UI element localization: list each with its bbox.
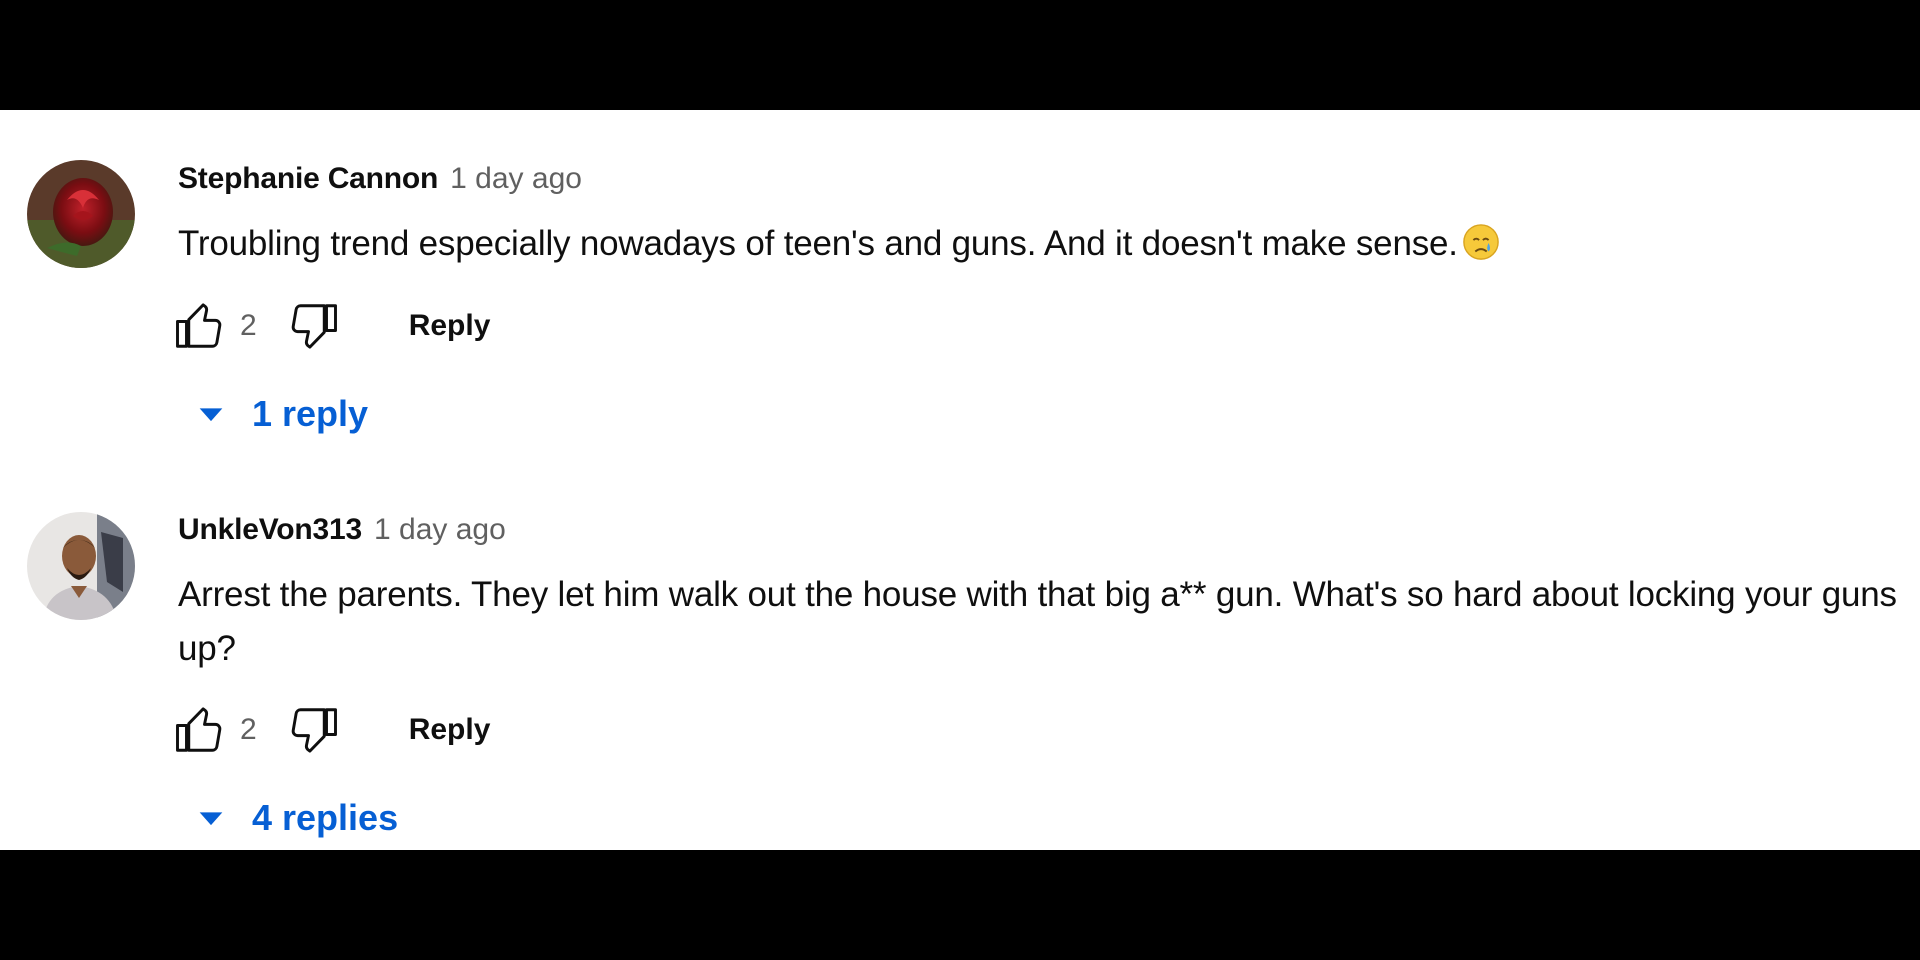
letterbox-bottom: [0, 850, 1920, 960]
dislike-button[interactable]: [285, 702, 341, 758]
replies-count-label: 4 replies: [252, 797, 399, 838]
reply-button[interactable]: Reply: [409, 309, 491, 343]
replies-count-label: 1 reply: [252, 393, 369, 434]
comment-timestamp[interactable]: 1 day ago: [450, 162, 582, 196]
comment-header: UnkleVon313 1 day ago: [178, 513, 506, 547]
thumbs-down-icon: [291, 708, 337, 753]
reply-button[interactable]: Reply: [409, 713, 491, 747]
dislike-button[interactable]: [285, 298, 341, 354]
avatar[interactable]: [27, 160, 135, 268]
comment-timestamp[interactable]: 1 day ago: [374, 513, 506, 547]
thumbs-up-icon: [176, 707, 222, 752]
author-name[interactable]: Stephanie Cannon: [178, 162, 438, 196]
comment-actions: 2 Reply: [172, 700, 490, 760]
crying-face-icon: [1462, 224, 1499, 260]
thumbs-up-icon: [176, 303, 222, 348]
comment-body: Arrest the parents. They let him walk ou…: [178, 575, 1897, 668]
view-replies-button[interactable]: 1 reply: [194, 393, 368, 435]
like-button[interactable]: [172, 702, 228, 758]
comment-text: Troubling trend especially nowadays of t…: [178, 217, 1898, 271]
author-name[interactable]: UnkleVon313: [178, 513, 362, 547]
comments-panel: Stephanie Cannon 1 day ago Troubling tre…: [0, 110, 1920, 850]
rose-avatar: [27, 160, 135, 268]
avatar[interactable]: [27, 512, 135, 620]
man-portrait-avatar: [27, 512, 135, 620]
comment-header: Stephanie Cannon 1 day ago: [178, 162, 582, 196]
like-count: 2: [240, 713, 257, 746]
letterbox-top: [0, 0, 1920, 110]
caret-down-icon: [199, 812, 223, 826]
like-button[interactable]: [172, 298, 228, 354]
caret-down-icon: [199, 408, 223, 422]
comment-text: Arrest the parents. They let him walk ou…: [178, 568, 1898, 676]
comment-actions: 2 Reply: [172, 296, 490, 356]
thumbs-down-icon: [291, 304, 337, 349]
like-count: 2: [240, 309, 257, 342]
comment-body: Troubling trend especially nowadays of t…: [178, 224, 1458, 263]
view-replies-button[interactable]: 4 replies: [194, 797, 398, 839]
